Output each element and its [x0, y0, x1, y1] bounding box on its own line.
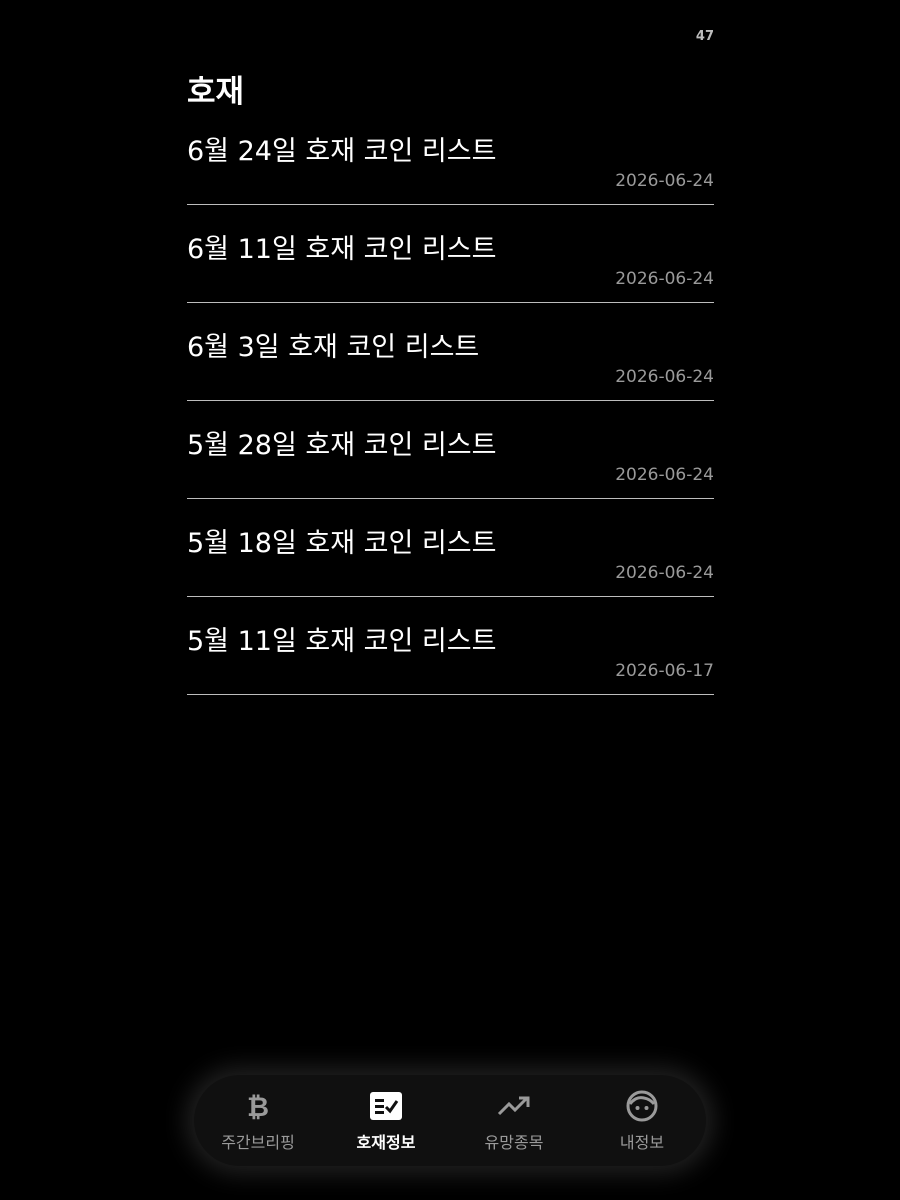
list-item-title: 6월 3일 호재 코인 리스트 — [187, 332, 480, 363]
list-item-title: 6월 24일 호재 코인 리스트 — [187, 136, 497, 167]
list-item[interactable]: 5월 11일 호재 코인 리스트 2026-06-17 — [187, 598, 714, 695]
bitcoin-icon: ₿ — [241, 1089, 275, 1123]
list-item-title: 5월 11일 호재 코인 리스트 — [187, 626, 497, 657]
list-item-date: 2026-06-24 — [615, 367, 714, 387]
list-item[interactable]: 6월 11일 호재 코인 리스트 2026-06-24 — [187, 206, 714, 303]
list-item-date: 2026-06-24 — [615, 465, 714, 485]
list-item[interactable]: 5월 18일 호재 코인 리스트 2026-06-24 — [187, 500, 714, 597]
list-item-title: 5월 28일 호재 코인 리스트 — [187, 430, 497, 461]
nav-item-news-info[interactable]: 호재정보 — [322, 1075, 450, 1166]
trending-up-icon — [497, 1089, 531, 1123]
face-icon — [625, 1089, 659, 1123]
checklist-icon — [369, 1089, 403, 1123]
nav-item-promising-stocks[interactable]: 유망종목 — [450, 1075, 578, 1166]
news-list: 6월 24일 호재 코인 리스트 2026-06-24 6월 11일 호재 코인… — [187, 108, 714, 696]
screen: 47 호재 6월 24일 호재 코인 리스트 2026-06-24 6월 11일… — [0, 0, 900, 1200]
list-item-date: 2026-06-24 — [615, 269, 714, 289]
list-item[interactable]: 6월 3일 호재 코인 리스트 2026-06-24 — [187, 304, 714, 401]
list-item-title: 6월 11일 호재 코인 리스트 — [187, 234, 497, 265]
page-title: 호재 — [187, 74, 245, 110]
list-item[interactable]: 5월 28일 호재 코인 리스트 2026-06-24 — [187, 402, 714, 499]
nav-item-weekly-briefing[interactable]: ₿ 주간브리핑 — [194, 1075, 322, 1166]
nav-item-label: 유망종목 — [484, 1132, 544, 1152]
list-item-date: 2026-06-24 — [615, 563, 714, 583]
nav-item-label: 주간브리핑 — [221, 1132, 295, 1152]
nav-item-my-info[interactable]: 내정보 — [578, 1075, 706, 1166]
svg-text:₿: ₿ — [247, 1092, 269, 1121]
list-item-date: 2026-06-17 — [615, 661, 714, 681]
nav-item-label: 호재정보 — [356, 1132, 416, 1152]
list-item-date: 2026-06-24 — [615, 171, 714, 191]
bottom-nav: ₿ 주간브리핑 호재정보 유망종목 내정보 — [194, 1075, 706, 1166]
nav-item-label: 내정보 — [619, 1132, 665, 1152]
status-number: 47 — [695, 29, 714, 44]
list-item[interactable]: 6월 24일 호재 코인 리스트 2026-06-24 — [187, 108, 714, 205]
list-item-title: 5월 18일 호재 코인 리스트 — [187, 528, 497, 559]
